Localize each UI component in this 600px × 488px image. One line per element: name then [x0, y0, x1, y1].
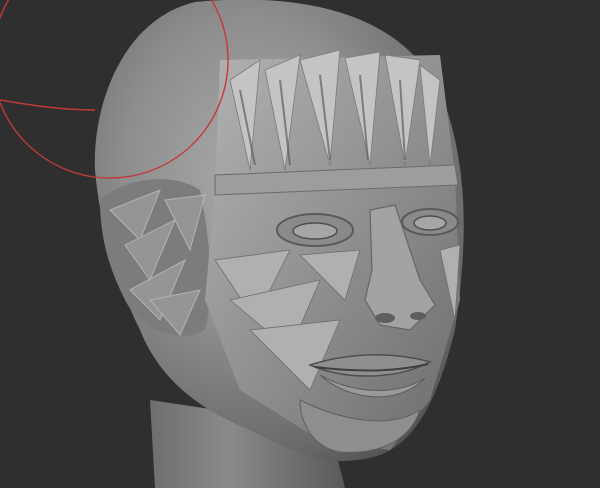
sculpt-viewport[interactable] — [0, 0, 600, 488]
nostril-right — [410, 312, 426, 320]
sculpt-canvas[interactable] — [0, 0, 600, 488]
nostril-left — [375, 313, 395, 323]
right-eye — [401, 208, 459, 236]
left-eye — [276, 213, 354, 247]
